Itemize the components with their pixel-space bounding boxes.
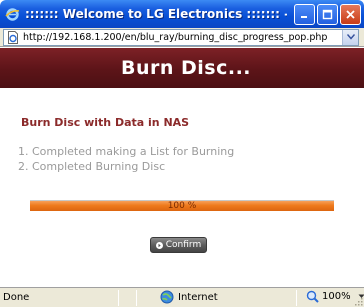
steps-list: 1. Completed making a List for Burning 2… — [18, 144, 234, 174]
status-divider — [136, 290, 137, 306]
ie-icon — [4, 6, 21, 23]
zoom-label: 100% — [322, 291, 351, 302]
resize-grip-icon[interactable] — [353, 296, 363, 306]
progress-bar: 100 % — [30, 200, 334, 211]
progress-label: 100 % — [167, 201, 197, 211]
window-titlebar[interactable]: ::::::: Welcome to LG Electronics ::::::… — [0, 0, 364, 28]
status-divider — [296, 290, 297, 306]
section-title: Burn Disc with Data in NAS — [21, 116, 190, 129]
minimize-button[interactable] — [294, 4, 315, 25]
step-item: 2. Completed Burning Disc — [18, 160, 166, 173]
address-field[interactable]: http://192.168.1.200/en/blu_ray/burning_… — [3, 28, 359, 46]
globe-icon — [160, 290, 174, 304]
url-text: http://192.168.1.200/en/blu_ray/burning_… — [23, 31, 328, 43]
security-zone[interactable]: Internet — [160, 290, 218, 304]
maximize-button[interactable] — [317, 4, 338, 25]
window-controls — [294, 4, 361, 25]
status-divider — [118, 290, 119, 306]
magnifier-icon — [306, 290, 319, 303]
step-item: 1. Completed making a List for Burning — [18, 145, 235, 158]
window-title: ::::::: Welcome to LG Electronics ::::::… — [25, 7, 287, 21]
header-band: Burn Disc... — [0, 48, 364, 88]
page-icon — [6, 30, 20, 44]
confirm-button[interactable]: Confirm — [150, 237, 207, 253]
address-bar: http://192.168.1.200/en/blu_ray/burning_… — [0, 28, 364, 47]
page-title: Burn Disc... — [120, 57, 252, 79]
close-button[interactable] — [340, 4, 361, 25]
status-bar: Done Internet 100% — [0, 287, 364, 307]
chevron-down-icon[interactable] — [342, 29, 358, 45]
page-content: Burn Disc... Burn Disc with Data in NAS … — [0, 48, 364, 287]
confirm-label: Confirm — [165, 240, 202, 250]
confirm-icon — [155, 241, 163, 249]
zone-label: Internet — [178, 291, 218, 303]
status-text: Done — [3, 292, 30, 303]
